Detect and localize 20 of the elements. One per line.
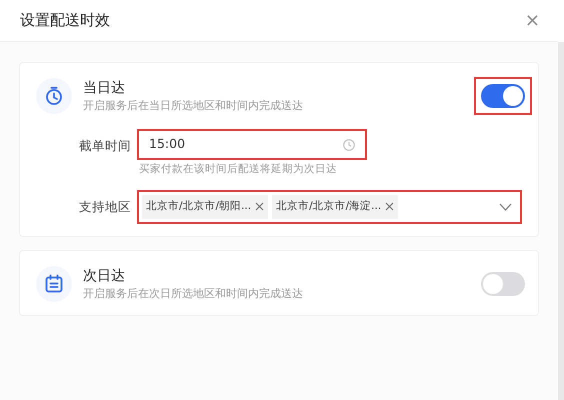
option-description: 开启服务后在当日所选地区和时间内完成送达 (83, 98, 304, 114)
stopwatch-icon (44, 86, 64, 106)
remove-icon[interactable] (255, 202, 264, 212)
remove-icon[interactable] (385, 202, 394, 212)
chevron-down-icon (499, 202, 512, 211)
option-description: 开启服务后在次日所选地区和时间内完成送达 (83, 286, 304, 302)
option-title: 次日达 (83, 266, 126, 286)
field-label: 截单时间 (79, 137, 132, 155)
calendar-icon (44, 274, 64, 294)
close-button[interactable]: × (520, 12, 544, 30)
toggle-switch[interactable] (474, 77, 532, 115)
field-hint: 买家付款在该时间后配送将延期为次日达 (138, 162, 338, 177)
region-tag: 北京市/北京市/海淀... (272, 194, 398, 219)
region-select[interactable]: 北京市/北京市/朝阳... 北京市/北京市/海淀... (137, 190, 522, 224)
dialog-title: 设置配送时效 (20, 10, 110, 32)
time-field[interactable]: 15:00 (137, 129, 367, 160)
option-title: 当日达 (83, 79, 126, 98)
clock-icon (343, 138, 355, 150)
region-tag: 北京市/北京市/朝阳... (142, 194, 268, 219)
field-label: 支持地区 (79, 198, 132, 216)
